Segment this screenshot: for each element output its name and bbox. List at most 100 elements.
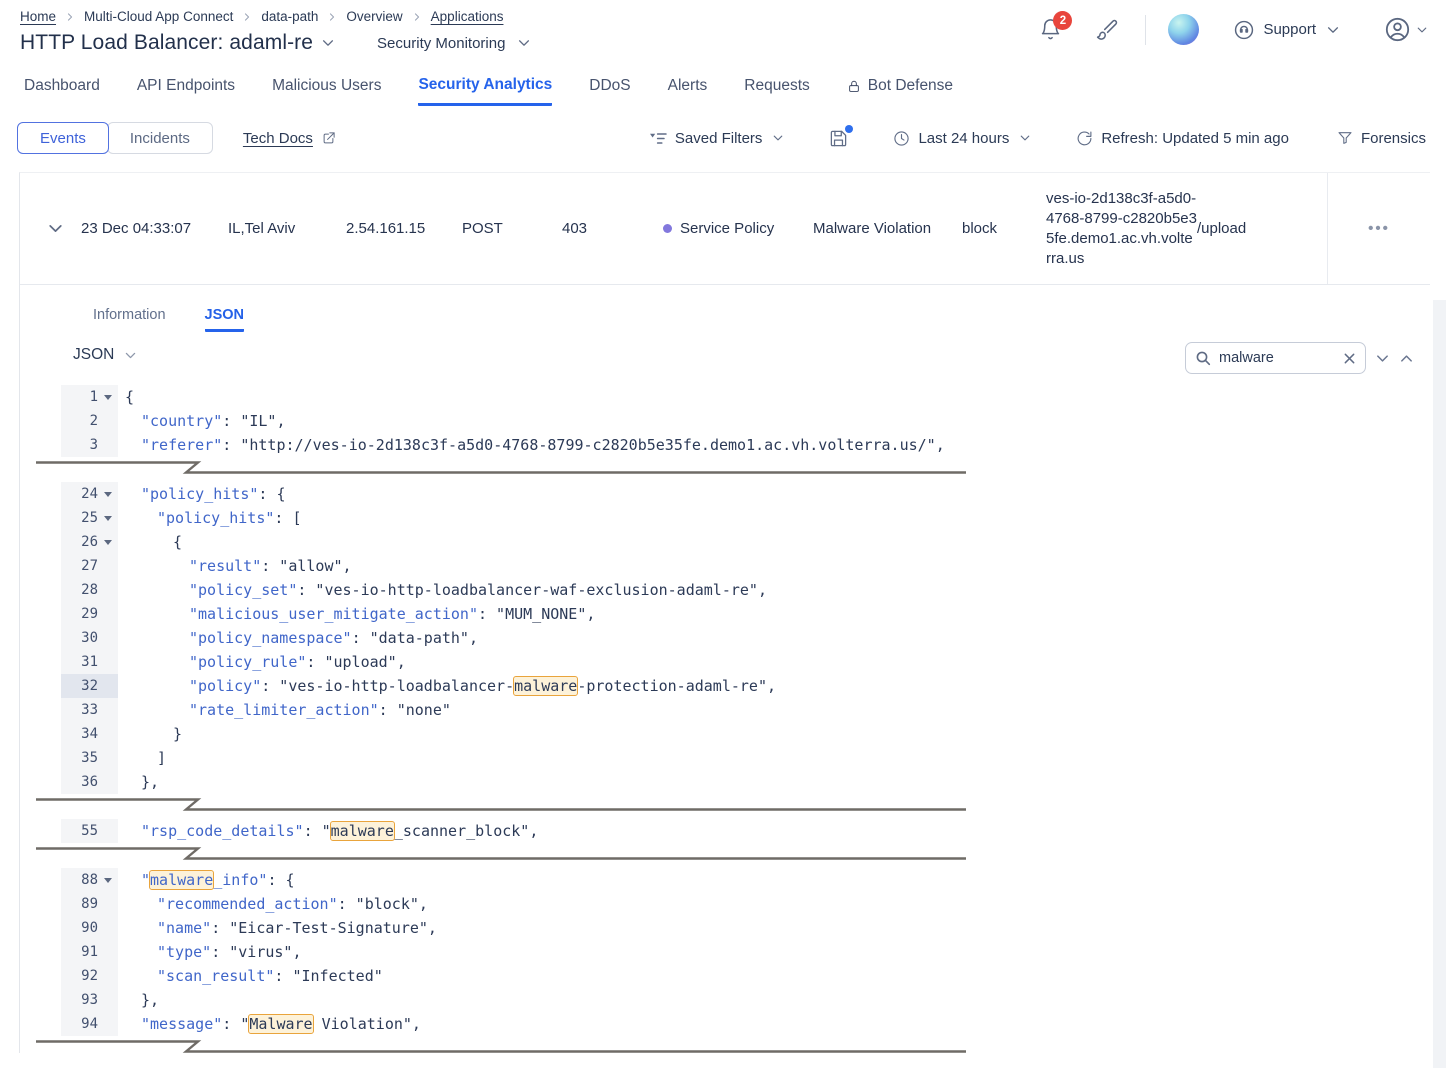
- breadcrumb-applications[interactable]: Applications: [431, 9, 504, 24]
- account-menu[interactable]: [1384, 16, 1428, 43]
- tab-requests[interactable]: Requests: [744, 78, 809, 106]
- search-next-icon[interactable]: [1375, 351, 1390, 366]
- line-number[interactable]: 26: [61, 530, 118, 554]
- user-icon: [1384, 16, 1411, 43]
- fold-separator[interactable]: [20, 843, 1430, 868]
- code-line-32: 32"policy": "ves-io-http-loadbalancer-ma…: [20, 674, 1430, 698]
- fold-separator[interactable]: [20, 457, 1430, 482]
- tab-bot-defense[interactable]: Bot Defense: [847, 78, 953, 106]
- row-expand-toggle[interactable]: [20, 220, 81, 237]
- line-number: 2: [61, 409, 118, 433]
- assistant-sphere-icon[interactable]: [1168, 14, 1199, 45]
- breadcrumb-multicloud[interactable]: Multi-Cloud App Connect: [84, 9, 233, 24]
- code-line-55: 55"rsp_code_details": "malware_scanner_b…: [20, 819, 1430, 843]
- json-search-input[interactable]: [1219, 350, 1343, 366]
- fold-caret-icon: [104, 395, 112, 400]
- event-source-ip: 2.54.161.15: [346, 220, 462, 237]
- detail-tab-information[interactable]: Information: [93, 307, 166, 332]
- top-header: Home Multi-Cloud App Connect data-path O…: [0, 0, 1446, 62]
- code-line-91: 91"type": "virus",: [20, 940, 1430, 964]
- events-panel: 23 Dec 04:33:07 IL,Tel Aviv 2.54.161.15 …: [19, 172, 1430, 1053]
- tab-api-endpoints[interactable]: API Endpoints: [137, 78, 235, 106]
- tab-bot-defense-label: Bot Defense: [868, 77, 953, 95]
- title-chevron-down-icon[interactable]: [321, 36, 335, 50]
- clear-search-icon[interactable]: [1343, 352, 1356, 365]
- fold-caret-icon: [104, 492, 112, 497]
- json-toolbar: JSON: [20, 342, 1430, 374]
- fold-caret-icon: [104, 878, 112, 883]
- funnel-icon: [1337, 130, 1353, 146]
- support-chevron-down-icon: [1326, 23, 1340, 37]
- refresh-icon: [1076, 130, 1093, 147]
- code-line-36: 36},: [20, 770, 1430, 794]
- tab-alerts[interactable]: Alerts: [668, 78, 708, 106]
- line-number: 89: [61, 892, 118, 916]
- category-label: Service Policy: [680, 220, 774, 237]
- events-toggle-button[interactable]: Events: [17, 122, 109, 154]
- event-table-row[interactable]: 23 Dec 04:33:07 IL,Tel Aviv 2.54.161.15 …: [20, 173, 1430, 285]
- forensics-button[interactable]: Forensics: [1337, 130, 1426, 147]
- line-number: 91: [61, 940, 118, 964]
- time-range-dropdown[interactable]: Last 24 hours: [893, 130, 1031, 147]
- tech-docs-link[interactable]: Tech Docs: [243, 130, 336, 147]
- external-link-icon: [321, 131, 336, 146]
- line-number: 55: [61, 819, 118, 843]
- detail-tab-json[interactable]: JSON: [205, 307, 245, 332]
- notification-badge: 2: [1053, 11, 1072, 30]
- line-number[interactable]: 24: [61, 482, 118, 506]
- save-filter-button[interactable]: [829, 129, 848, 148]
- breadcrumb-home[interactable]: Home: [20, 9, 56, 24]
- time-range-label: Last 24 hours: [918, 130, 1009, 147]
- line-number: 33: [61, 698, 118, 722]
- fold-separator[interactable]: [20, 1036, 1430, 1061]
- lock-icon: [847, 79, 861, 94]
- line-number[interactable]: 88: [61, 868, 118, 892]
- event-timestamp: 23 Dec 04:33:07: [81, 220, 228, 237]
- json-format-select[interactable]: JSON: [73, 346, 137, 364]
- brush-icon[interactable]: [1096, 18, 1119, 41]
- tab-malicious-users[interactable]: Malicious Users: [272, 78, 381, 106]
- security-monitoring-select[interactable]: Security Monitoring: [377, 35, 531, 52]
- header-divider: [1145, 15, 1146, 45]
- saved-filters-dropdown[interactable]: Saved Filters: [649, 130, 785, 147]
- filter-lines-icon: [649, 131, 667, 146]
- incidents-toggle-button[interactable]: Incidents: [107, 122, 213, 154]
- format-chevron-down-icon: [124, 349, 137, 362]
- support-menu[interactable]: Support: [1233, 19, 1348, 41]
- code-line-1: 1{: [20, 385, 1430, 409]
- time-range-chevron-icon: [1019, 132, 1031, 144]
- tab-dashboard[interactable]: Dashboard: [24, 78, 100, 106]
- events-toolbar: Events Incidents Tech Docs Saved Filters…: [17, 121, 1426, 155]
- line-number[interactable]: 25: [61, 506, 118, 530]
- code-line-31: 31"policy_rule": "upload",: [20, 650, 1430, 674]
- event-response-code: 403: [562, 220, 663, 237]
- breadcrumb-namespace[interactable]: data-path: [261, 9, 318, 24]
- search-prev-icon[interactable]: [1399, 351, 1414, 366]
- saved-filters-chevron-icon: [772, 132, 784, 144]
- event-category: Service Policy: [663, 220, 813, 237]
- page-title: HTTP Load Balancer: adaml-re: [20, 31, 313, 55]
- breadcrumb-overview[interactable]: Overview: [346, 9, 402, 24]
- search-icon: [1195, 350, 1211, 366]
- line-number: 32: [61, 674, 118, 698]
- tab-security-analytics[interactable]: Security Analytics: [418, 78, 552, 106]
- breadcrumb-chevron-icon: [327, 12, 337, 22]
- tab-ddos[interactable]: DDoS: [589, 78, 630, 106]
- support-label: Support: [1263, 21, 1316, 38]
- breadcrumb-chevron-icon: [242, 12, 252, 22]
- detail-scrollbar-track[interactable]: [1433, 300, 1446, 1068]
- fold-separator[interactable]: [20, 794, 1430, 819]
- notifications-button[interactable]: 2: [1039, 18, 1062, 41]
- line-number[interactable]: 1: [61, 385, 118, 409]
- code-line-27: 27"result": "allow",: [20, 554, 1430, 578]
- code-line-3: 3"referer": "http://ves-io-2d138c3f-a5d0…: [20, 433, 1430, 457]
- refresh-button[interactable]: Refresh: Updated 5 min ago: [1076, 130, 1289, 147]
- event-method: POST: [462, 220, 562, 237]
- account-chevron-down-icon: [1416, 24, 1428, 36]
- row-actions-menu[interactable]: •••: [1327, 173, 1430, 284]
- event-domain: ves-io-2d138c3f-a5d0-4768-8799-c2820b5e3…: [1046, 189, 1197, 269]
- breadcrumb-chevron-icon: [412, 12, 422, 22]
- code-line-88: 88"malware_info": {: [20, 868, 1430, 892]
- line-number: 31: [61, 650, 118, 674]
- line-number: 94: [61, 1012, 118, 1036]
